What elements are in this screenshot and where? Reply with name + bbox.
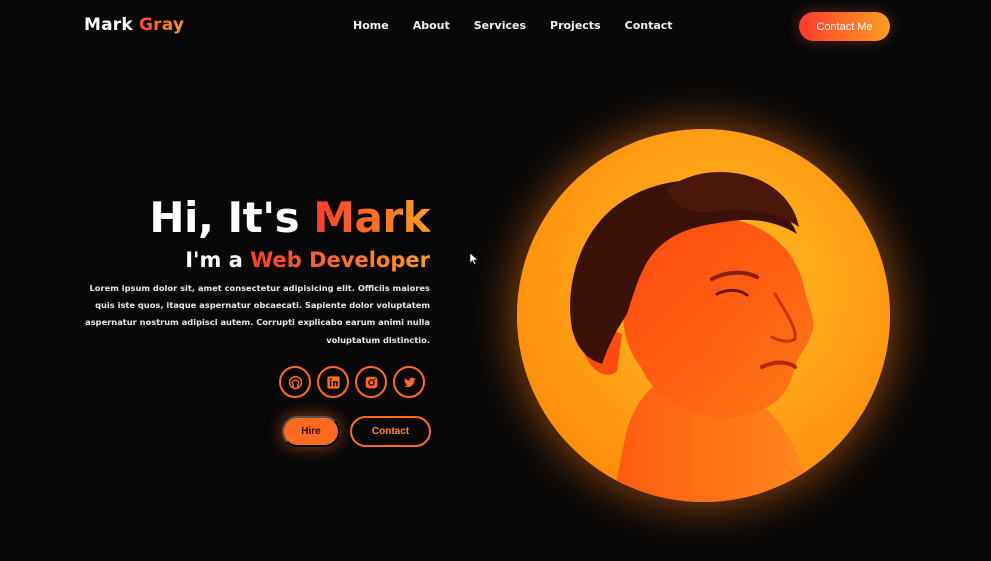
instagram-icon [365, 376, 377, 388]
linkedin-icon [326, 375, 340, 389]
nav-services[interactable]: Services [474, 19, 526, 32]
hero-role: Web Developer [250, 248, 430, 272]
subtitle-prefix: I'm a [185, 248, 243, 272]
twitter-link[interactable] [393, 366, 425, 398]
hero-title: Hi, It's Mark [70, 192, 430, 244]
github-link[interactable] [279, 366, 311, 398]
site-logo[interactable]: Mark Gray [84, 15, 184, 35]
github-icon [288, 375, 302, 389]
hero-subtitle: I'm a Web Developer [70, 246, 430, 274]
nav-about[interactable]: About [413, 19, 450, 32]
hire-button[interactable]: Hire [282, 416, 340, 447]
hero-text: Hi, It's Mark I'm a Web Developer Lorem … [70, 192, 430, 349]
twitter-icon [403, 377, 416, 387]
logo-first-name: Mark [84, 15, 133, 35]
hero-greeting: Hi, It's [149, 193, 300, 242]
contact-me-button[interactable]: Contact Me [799, 12, 890, 41]
main-nav: Home About Services Projects Contact [353, 19, 697, 32]
nav-home[interactable]: Home [353, 19, 389, 32]
nav-contact[interactable]: Contact [625, 19, 673, 32]
hero-actions: Hire Contact [282, 416, 431, 447]
logo-last-name: Gray [139, 15, 185, 35]
instagram-link[interactable] [355, 366, 387, 398]
social-links [279, 366, 425, 398]
hero-description: Lorem ipsum dolor sit, amet consectetur … [85, 283, 430, 345]
mouse-cursor-icon [469, 252, 479, 265]
contact-button[interactable]: Contact [350, 416, 431, 447]
hero-name: Mark [313, 193, 430, 242]
nav-projects[interactable]: Projects [550, 19, 601, 32]
portrait-illustration [517, 129, 890, 502]
profile-portrait [517, 129, 890, 502]
linkedin-link[interactable] [317, 366, 349, 398]
